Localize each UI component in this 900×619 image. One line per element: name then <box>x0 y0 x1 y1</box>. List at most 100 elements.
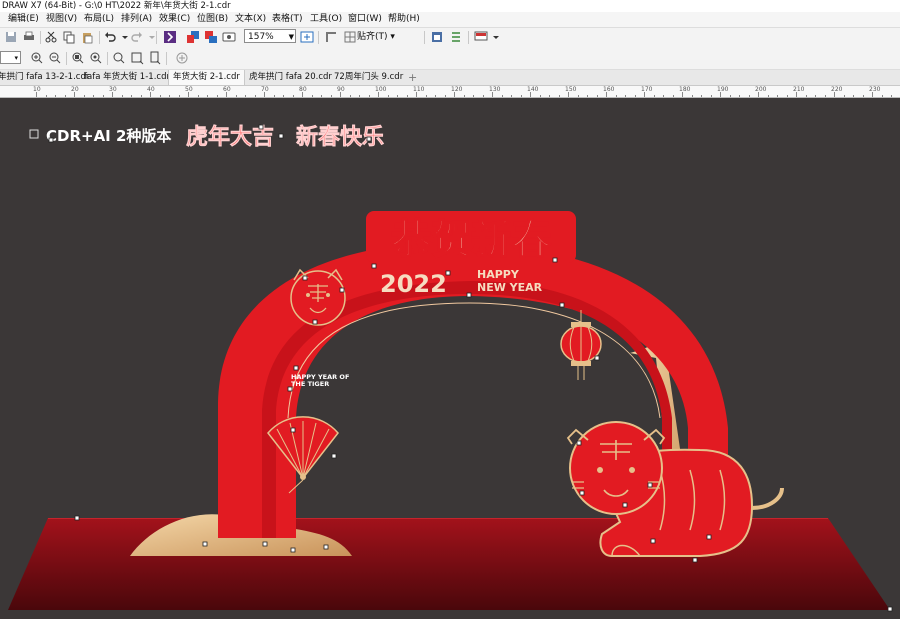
ruler-tick <box>330 95 332 97</box>
zoom-in-icon[interactable] <box>30 51 44 65</box>
ruler-tick <box>102 95 104 97</box>
redo-dropdown-icon[interactable] <box>145 30 155 44</box>
ruler-tick <box>283 95 284 97</box>
units-select[interactable]: ▾ <box>0 51 21 64</box>
tab-label: 72周年门头 9.cdr <box>334 72 404 82</box>
tab-doc-3-active[interactable]: 年货大街 2-1.cdr <box>168 70 245 85</box>
ruler-tick <box>264 92 265 97</box>
menu-effects[interactable]: 效果(C) <box>159 12 190 27</box>
zoom-page-width-icon[interactable] <box>130 51 144 65</box>
copy-icon[interactable] <box>62 30 76 44</box>
ruler-tick <box>644 92 645 97</box>
zoom-all-objects-icon[interactable] <box>89 51 103 65</box>
menu-table[interactable]: 表格(T) <box>272 12 303 27</box>
redo-icon[interactable] <box>130 30 144 44</box>
ruler-label: 130 <box>489 86 501 93</box>
menu-tools[interactable]: 工具(O) <box>310 12 342 27</box>
ruler-tick <box>530 92 531 97</box>
ruler-tick <box>112 92 113 97</box>
ruler-tick <box>140 95 142 97</box>
ruler-tick <box>653 95 655 97</box>
launcher-dropdown-icon[interactable] <box>489 30 499 44</box>
snap-to-dropdown[interactable]: 贴齐(T) ▾ <box>357 28 395 47</box>
full-screen-preview-icon[interactable] <box>300 30 314 44</box>
ruler-tick <box>188 92 189 97</box>
year-text: 2022 <box>380 270 447 298</box>
ruler-tick <box>862 95 864 97</box>
menu-edit[interactable]: 编辑(E) <box>8 12 39 27</box>
menu-bitmaps[interactable]: 位图(B) <box>197 12 228 27</box>
zoom-level-select[interactable]: 157% ▼ <box>244 29 296 43</box>
menu-window[interactable]: 窗口(W) <box>348 12 382 27</box>
ruler-tick <box>273 95 275 97</box>
new-year-text: NEW YEAR <box>477 281 543 294</box>
menu-help[interactable]: 帮助(H) <box>388 12 420 27</box>
ruler-tick <box>74 92 75 97</box>
import-icon[interactable] <box>186 30 200 44</box>
zoom-page-icon[interactable] <box>112 51 126 65</box>
ruler-label: 110 <box>413 86 425 93</box>
ruler-tick <box>425 95 427 97</box>
drawing-canvas[interactable]: HAPPY YEAR OF THE TIGER 恭贺新春 2022 HAPPY … <box>0 98 900 619</box>
ruler-tick <box>682 92 683 97</box>
ruler-tick <box>359 95 360 97</box>
welcome-screen-icon[interactable] <box>430 30 444 44</box>
search-content-icon[interactable] <box>163 30 177 44</box>
undo-dropdown-icon[interactable] <box>118 30 128 44</box>
cut-icon[interactable] <box>44 30 58 44</box>
zoom-selected-icon[interactable] <box>71 51 85 65</box>
add-circle-icon[interactable] <box>175 51 189 65</box>
undo-icon[interactable] <box>103 30 117 44</box>
ruler-tick <box>577 95 579 97</box>
tiger-head-emblem <box>290 268 346 326</box>
print-icon[interactable] <box>22 30 36 44</box>
menu-arrange[interactable]: 排列(A) <box>121 12 152 27</box>
ruler-tick <box>815 95 816 97</box>
ruler-tick <box>701 95 702 97</box>
ruler-tick <box>587 95 588 97</box>
tab-label: 年货大街 2-1.cdr <box>173 72 240 82</box>
menu-text[interactable]: 文本(X) <box>235 12 266 27</box>
show-grid-icon[interactable] <box>343 30 357 44</box>
title-bar: DRAW X7 (64-Bit) - G:\0 HT\2022 新年\年货大街 … <box>0 0 900 12</box>
ruler-tick <box>378 92 379 97</box>
menu-view[interactable]: 视图(V) <box>46 12 77 27</box>
menu-layout[interactable]: 布局(L) <box>84 12 114 27</box>
export-icon[interactable] <box>204 30 218 44</box>
ruler-tick <box>615 95 617 97</box>
zoom-out-icon[interactable] <box>48 51 62 65</box>
ruler-tick <box>729 95 731 97</box>
ruler-tick <box>549 95 550 97</box>
ruler-tick <box>302 92 303 97</box>
ruler-tick <box>463 95 465 97</box>
new-tab-plus-icon[interactable]: + <box>408 70 417 85</box>
show-rulers-icon[interactable] <box>324 30 338 44</box>
options-icon[interactable] <box>449 30 463 44</box>
ruler-tick <box>777 95 778 97</box>
main-title: 恭贺新春 <box>390 217 551 263</box>
ruler-tick <box>511 95 512 97</box>
ruler-tick <box>834 92 835 97</box>
property-bar: ▾ <box>0 47 900 70</box>
application-launcher-icon[interactable] <box>474 30 488 44</box>
document-tabs: 年拱门 fafa 13-2-1.cdr fafa 年货大街 1-1.cdr 年货… <box>0 70 900 86</box>
tiger-tag-line2: THE TIGER <box>291 380 329 388</box>
ruler-tick <box>207 95 208 97</box>
ruler-label: 150 <box>565 86 577 93</box>
ruler-tick <box>245 95 246 97</box>
ruler-label: 120 <box>451 86 463 93</box>
save-icon[interactable] <box>4 30 18 44</box>
zoom-page-height-icon[interactable] <box>148 51 162 65</box>
ruler-tick <box>435 95 436 97</box>
horizontal-ruler[interactable]: 10 20 30 40 50 60 70 80 90 100 110 120 130 140 150 160 1… <box>0 86 900 98</box>
ruler-tick <box>473 95 474 97</box>
tab-doc-2[interactable]: fafa 年货大街 1-1.cdr <box>80 70 174 85</box>
paste-icon[interactable] <box>80 30 94 44</box>
ruler-tick <box>36 92 37 97</box>
ruler-tick <box>55 95 56 97</box>
tab-doc-4[interactable]: 虎年拱门 fafa 20.cdr <box>245 70 336 85</box>
tab-label: fafa 年货大街 1-1.cdr <box>84 72 170 82</box>
ruler-label: 190 <box>717 86 729 93</box>
publish-pdf-icon[interactable] <box>222 30 236 44</box>
tab-doc-5[interactable]: 72周年门头 9.cdr <box>330 70 407 85</box>
